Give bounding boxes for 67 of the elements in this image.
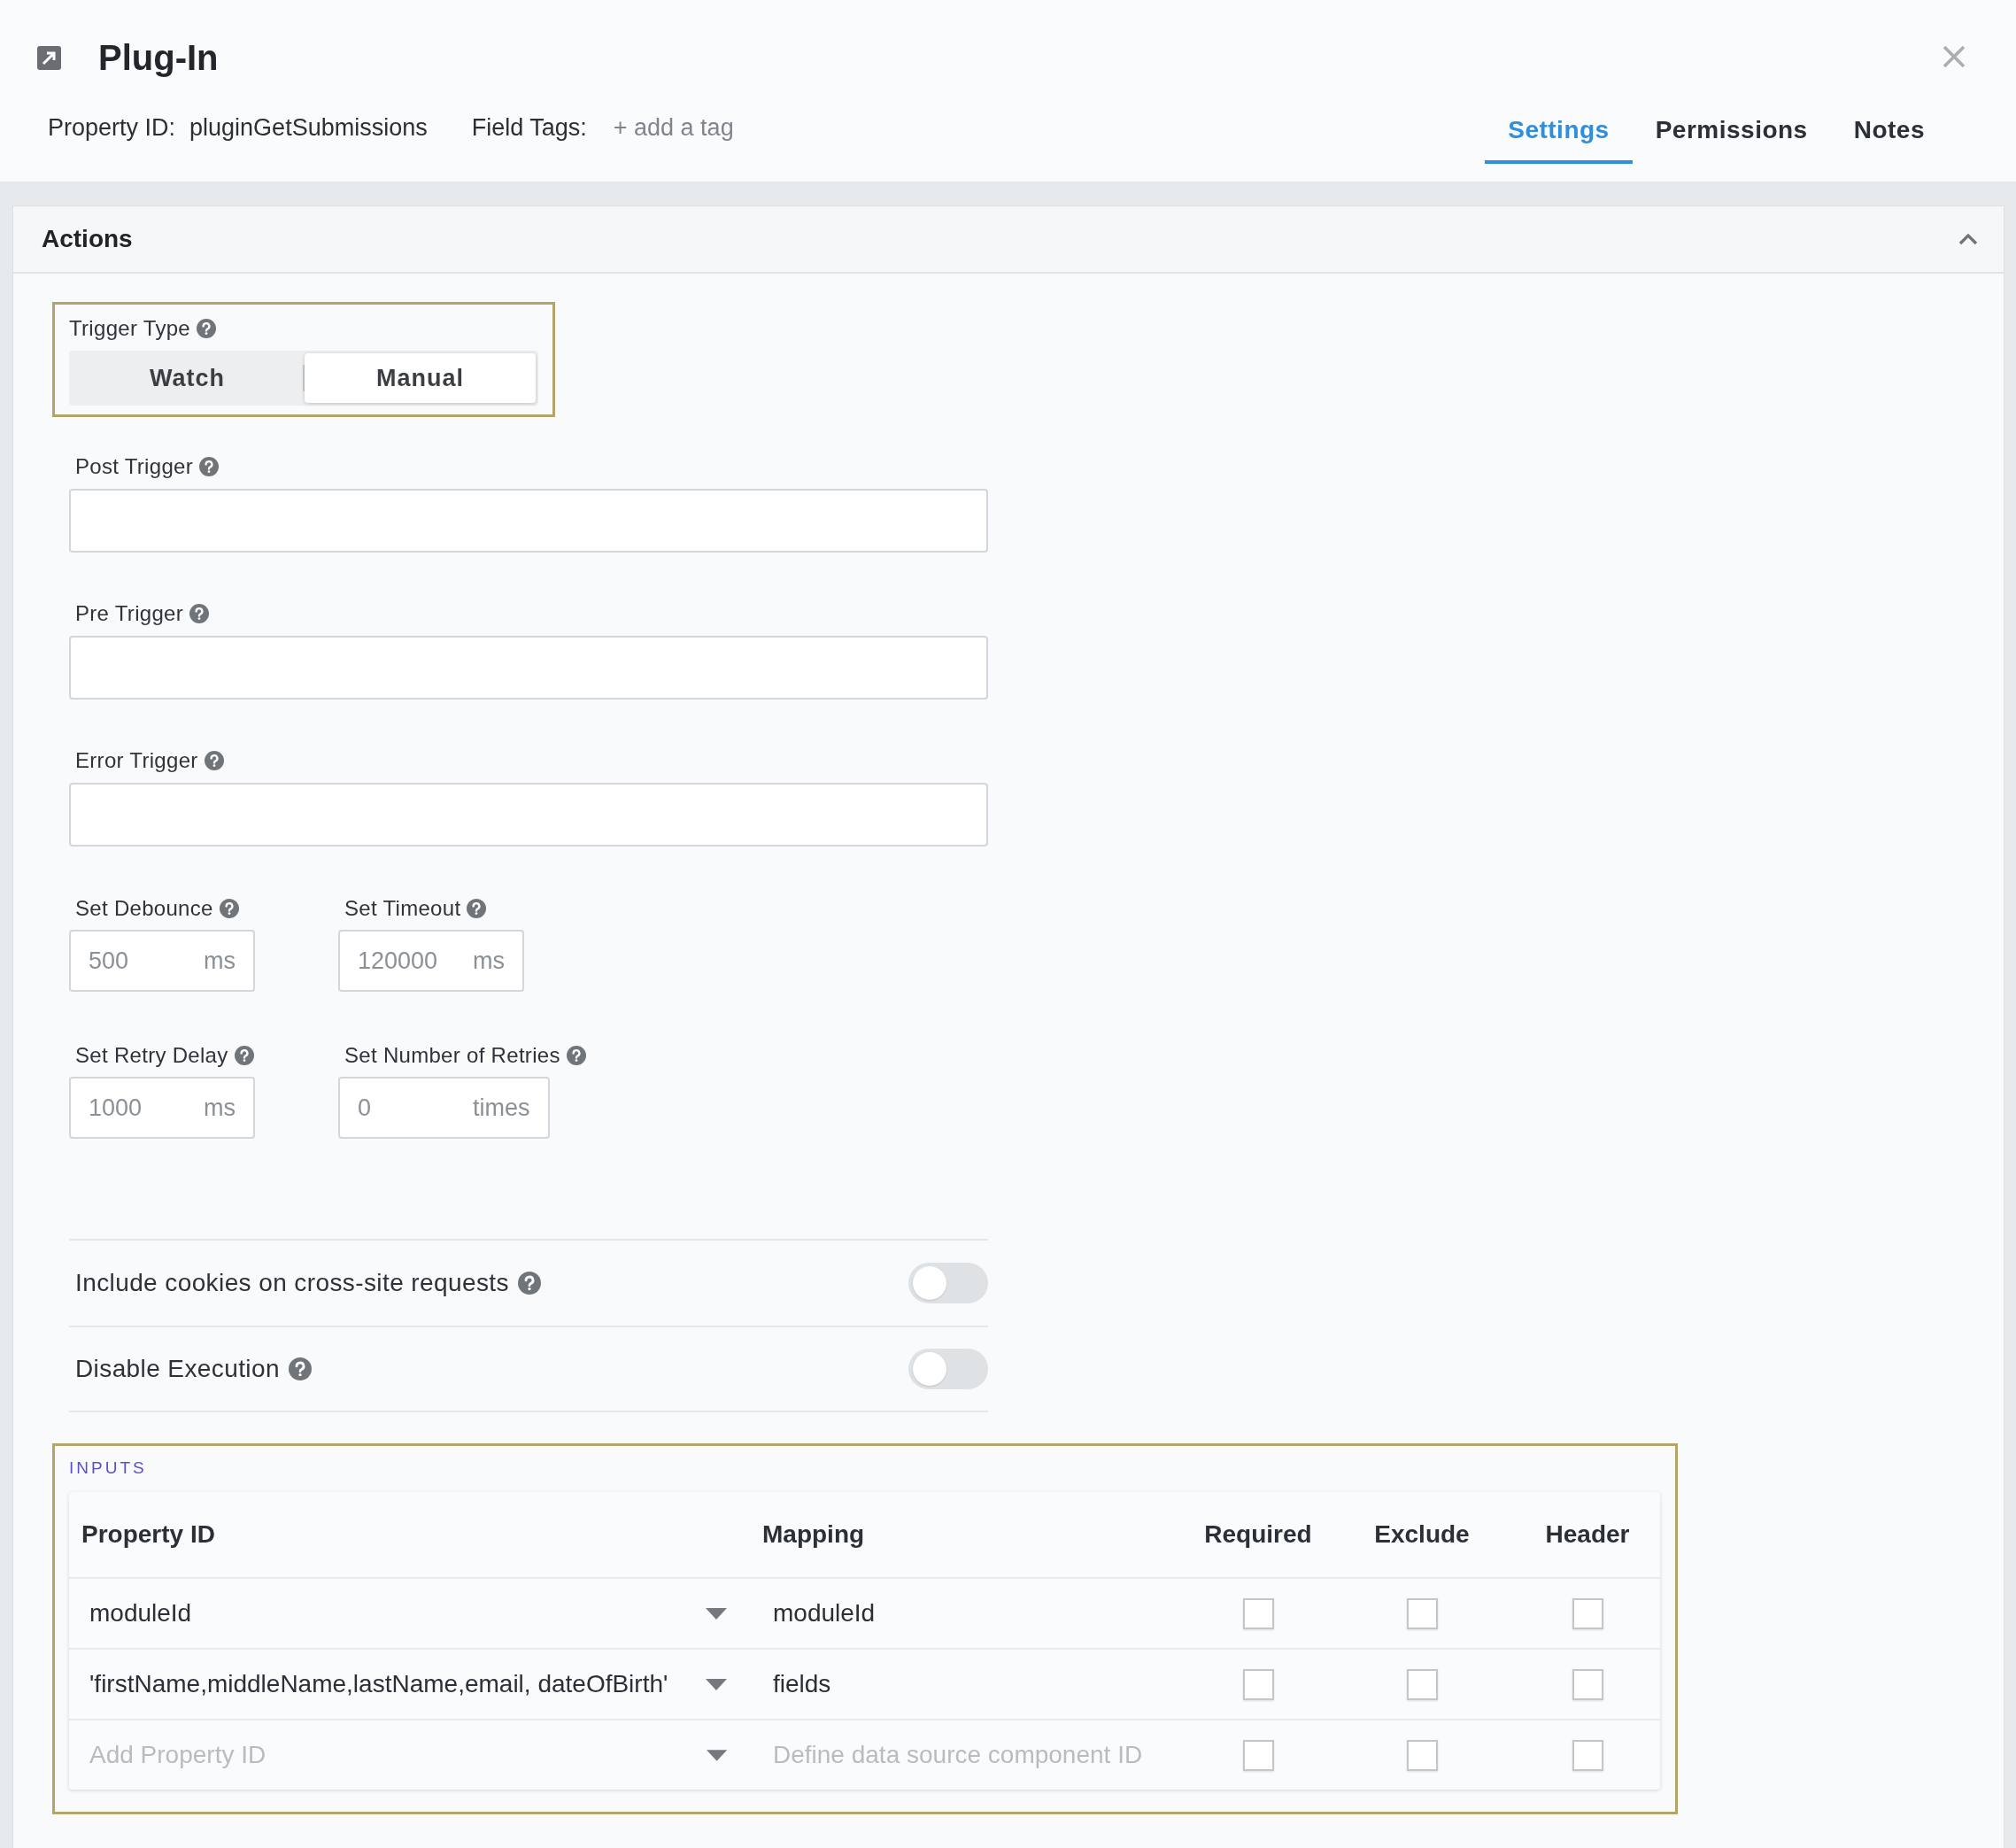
property-id-label: Property ID: xyxy=(48,114,176,142)
checkbox[interactable] xyxy=(1572,1668,1603,1700)
toggle-label: Disable Execution xyxy=(75,1355,280,1383)
field-label: Set Timeout xyxy=(344,896,461,921)
help-icon xyxy=(467,899,487,918)
text-input[interactable] xyxy=(69,489,988,553)
help-icon xyxy=(204,751,224,770)
checkbox[interactable] xyxy=(1572,1597,1603,1629)
help-icon xyxy=(197,319,216,338)
mapping-input[interactable]: Define data source component ID xyxy=(773,1741,1187,1769)
segment-option[interactable]: Watch xyxy=(72,353,303,403)
toggle-switch[interactable] xyxy=(908,1349,988,1389)
text-input[interactable] xyxy=(69,783,988,847)
help-icon xyxy=(189,604,209,623)
number-input[interactable]: 1000 ms xyxy=(69,1077,255,1139)
number-input[interactable]: 0 times xyxy=(338,1077,550,1139)
property-id-input[interactable]: Add Property ID xyxy=(89,1741,707,1769)
checkbox[interactable] xyxy=(1242,1739,1274,1771)
add-tag-link[interactable]: + add a tag xyxy=(613,114,734,142)
tab[interactable]: Settings xyxy=(1485,100,1633,164)
dropdown-caret-icon[interactable] xyxy=(706,1607,727,1620)
tab[interactable]: Notes xyxy=(1830,100,1948,164)
help-icon xyxy=(288,1357,312,1380)
tab[interactable]: Permissions xyxy=(1632,100,1831,164)
property-id-value: pluginGetSubmissions xyxy=(189,114,428,142)
dropdown-caret-icon[interactable] xyxy=(706,1678,727,1690)
property-id-value: moduleId xyxy=(89,1599,192,1628)
help-icon xyxy=(199,457,219,476)
field-label: Set Number of Retries xyxy=(344,1043,560,1068)
column-header: Exclude xyxy=(1374,1520,1470,1548)
dropdown-caret-icon[interactable] xyxy=(706,1749,727,1761)
field-label: Set Debounce xyxy=(75,896,213,921)
chevron-icon[interactable] xyxy=(1958,231,1979,247)
text-input[interactable] xyxy=(69,636,988,700)
number-input[interactable]: 500 ms xyxy=(69,930,255,992)
help-icon xyxy=(234,1046,254,1065)
section-title: Actions xyxy=(42,225,133,253)
field-tags-label: Field Tags: xyxy=(471,114,587,142)
column-header: Required xyxy=(1204,1520,1312,1548)
help-icon xyxy=(566,1046,586,1065)
checkbox[interactable] xyxy=(1242,1597,1274,1629)
help-icon xyxy=(517,1272,541,1295)
property-id-value: 'firstName,middleName,lastName,email, dateOfBirth' xyxy=(89,1670,668,1698)
external-link-icon xyxy=(37,45,61,70)
field-label: Pre Trigger xyxy=(75,601,183,626)
toggle-label: Include cookies on cross-site requests xyxy=(75,1269,509,1297)
inputs-title: INPUTS xyxy=(69,1458,148,1478)
column-header: Property ID xyxy=(81,1520,215,1548)
column-header: Mapping xyxy=(762,1520,865,1548)
mapping-value: moduleId xyxy=(773,1599,876,1627)
checkbox[interactable] xyxy=(1406,1739,1438,1771)
field-label: Post Trigger xyxy=(75,454,193,479)
help-icon xyxy=(219,899,239,918)
number-input[interactable]: 120000 ms xyxy=(338,930,524,992)
checkbox[interactable] xyxy=(1242,1668,1274,1700)
dialog-title: Plug-In xyxy=(98,37,219,78)
close-icon[interactable] xyxy=(1942,44,1966,69)
checkbox[interactable] xyxy=(1406,1597,1438,1629)
field-label: Trigger Type xyxy=(69,316,190,341)
segment-option[interactable]: Manual xyxy=(305,353,536,403)
checkbox[interactable] xyxy=(1572,1739,1603,1771)
mapping-value: fields xyxy=(773,1670,831,1697)
column-header: Header xyxy=(1545,1520,1630,1548)
field-label: Error Trigger xyxy=(75,748,198,773)
toggle-switch[interactable] xyxy=(908,1263,988,1303)
checkbox[interactable] xyxy=(1406,1668,1438,1700)
field-label: Set Retry Delay xyxy=(75,1043,228,1068)
